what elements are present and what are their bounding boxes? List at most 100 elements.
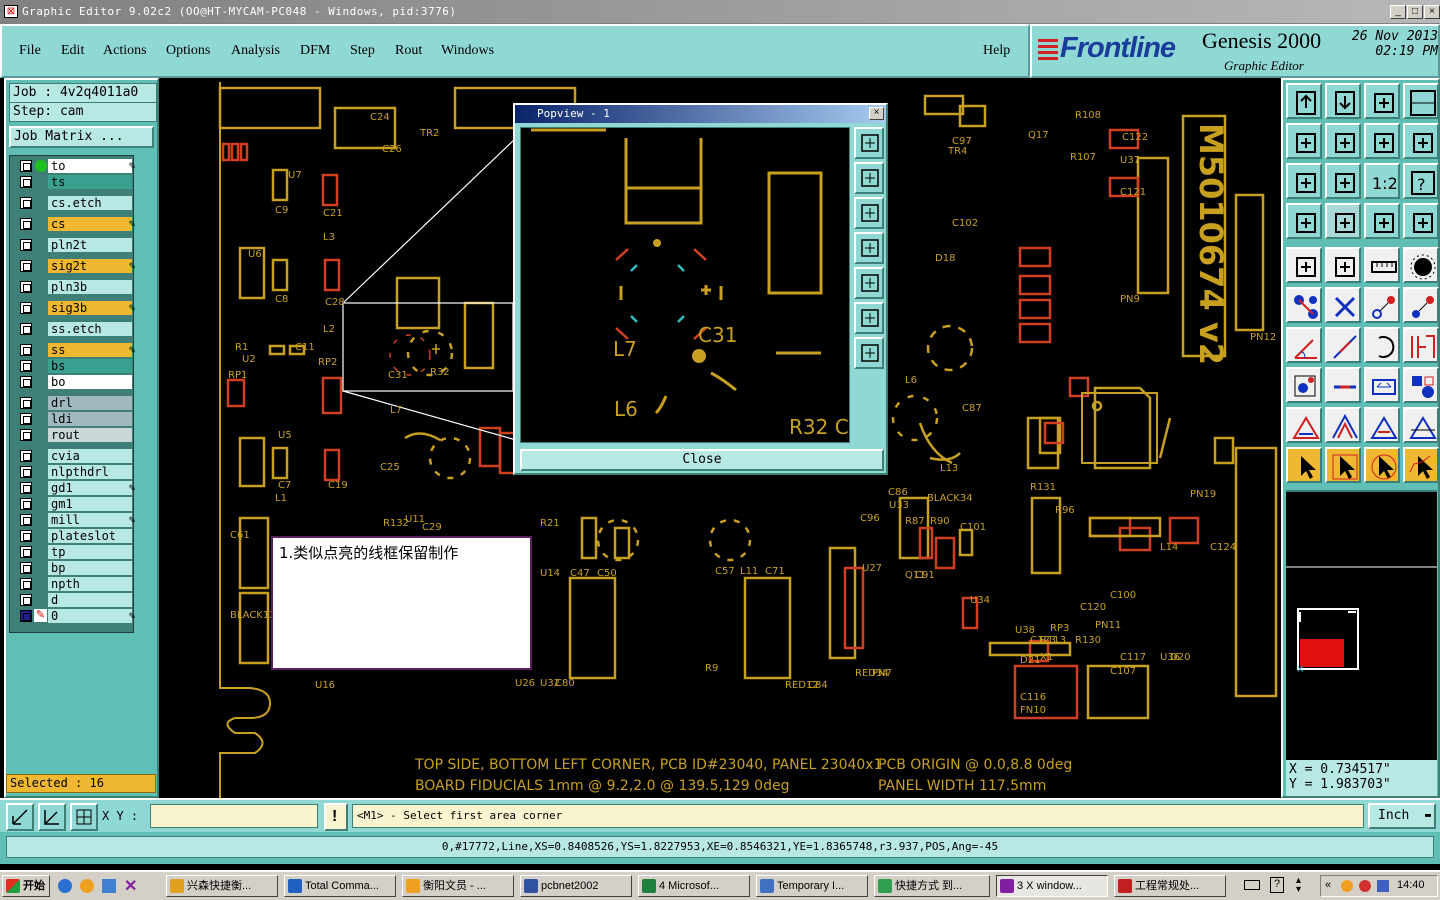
popview-canvas[interactable]: L7 C31 L6 R32 C	[520, 127, 850, 443]
minimap[interactable]: ×	[1286, 490, 1437, 760]
polygon-move-icon[interactable]	[1364, 407, 1400, 443]
layer-name[interactable]: to	[48, 159, 132, 173]
layer-row[interactable]: drl	[16, 396, 138, 411]
app-icon[interactable]: ⊠	[4, 5, 18, 18]
select-net-icon[interactable]	[1403, 447, 1439, 483]
layer-name[interactable]: gd1	[48, 481, 132, 495]
help-icon[interactable]: ?	[1270, 877, 1284, 893]
menu-actions[interactable]: Actions	[103, 43, 147, 59]
query-icon[interactable]: ?	[1403, 163, 1439, 199]
cross-icon[interactable]	[1325, 287, 1361, 323]
mirror-icon[interactable]	[1403, 327, 1439, 363]
tray-ime-icon[interactable]	[1377, 880, 1389, 892]
layer-row[interactable]: rout	[16, 428, 138, 443]
layer-checkbox[interactable]	[20, 360, 32, 372]
layer-row[interactable]: sig3b ✎	[16, 301, 138, 316]
select-poly-icon[interactable]	[1364, 447, 1400, 483]
layer-name[interactable]: cs.etch	[48, 196, 132, 210]
layer-row[interactable]: ✎ 0 ✎	[16, 609, 138, 624]
layer-checkbox[interactable]	[20, 413, 32, 425]
layer-checkbox[interactable]	[20, 450, 32, 462]
layer-name[interactable]: cvia	[48, 449, 132, 463]
layer-name[interactable]: ss.etch	[48, 322, 132, 336]
layer-row[interactable]: cvia	[16, 449, 138, 464]
grid-button[interactable]	[70, 803, 98, 831]
layer-name[interactable]: rout	[48, 428, 132, 442]
layer-checkbox[interactable]	[20, 594, 32, 606]
taskbar-task[interactable]: 工程常规处...	[1114, 875, 1226, 897]
menu-edit[interactable]: Edit	[61, 43, 84, 59]
zoom-page-icon[interactable]	[1325, 83, 1361, 119]
layer-name[interactable]: npth	[48, 577, 132, 591]
zoom-area-button[interactable]	[6, 803, 34, 831]
popview-close-icon[interactable]: ×	[869, 107, 884, 120]
layer-name[interactable]: bs	[48, 359, 132, 373]
layer-name[interactable]: ss	[48, 343, 132, 357]
info-button[interactable]: !	[324, 803, 348, 831]
layer-row[interactable]: bo	[16, 375, 138, 390]
popview-center-icon[interactable]	[854, 337, 884, 369]
layer-checkbox[interactable]	[20, 176, 32, 188]
layer-checkbox[interactable]	[20, 344, 32, 356]
popview-zoom-icon[interactable]	[854, 127, 884, 159]
tray-app-icon[interactable]	[1341, 880, 1353, 892]
layer-checkbox[interactable]	[20, 323, 32, 335]
layer-row[interactable]: gd1 ✎	[16, 481, 138, 496]
maximize-button[interactable]: □	[1407, 5, 1423, 19]
layer-checkbox[interactable]	[20, 197, 32, 209]
layer-name[interactable]: d	[48, 593, 132, 607]
keyboard-icon[interactable]	[1244, 880, 1260, 890]
layer-row[interactable]: pln3b	[16, 280, 138, 295]
resize-icon[interactable]	[1364, 367, 1400, 403]
job-matrix-button[interactable]: Job Matrix ...	[9, 126, 154, 148]
round-pad-icon[interactable]	[1403, 247, 1439, 283]
layer-name[interactable]: sig2t	[48, 259, 132, 273]
layer-row[interactable]: bs	[16, 359, 138, 374]
menu-dfm[interactable]: DFM	[300, 43, 330, 59]
layer-row[interactable]: cs.etch	[16, 196, 138, 211]
zoom-step-icon[interactable]	[1364, 83, 1400, 119]
minus-icon[interactable]	[1325, 367, 1361, 403]
taskbar-task[interactable]: Temporary I...	[756, 875, 868, 897]
xy-input[interactable]	[150, 804, 318, 828]
menu-windows[interactable]: Windows	[441, 43, 494, 59]
layer-checkbox[interactable]	[20, 498, 32, 510]
redraw-icon[interactable]	[1403, 123, 1439, 159]
minimize-button[interactable]: _	[1390, 5, 1406, 19]
pad-add-icon[interactable]	[1286, 367, 1322, 403]
layer-checkbox[interactable]	[20, 562, 32, 574]
popview-down-icon[interactable]	[854, 197, 884, 229]
taskbar-task[interactable]: pcbnet2002	[520, 875, 632, 897]
layer-row[interactable]: mill ✎	[16, 513, 138, 528]
layer-row[interactable]: ldi	[16, 412, 138, 427]
layer-checkbox[interactable]	[20, 429, 32, 441]
center-icon[interactable]	[1325, 163, 1361, 199]
arc-icon[interactable]	[1364, 327, 1400, 363]
taskbar-task[interactable]: 3 X window...	[996, 875, 1108, 897]
layer-name[interactable]: mill	[48, 513, 132, 527]
taskbar-task[interactable]: 兴森快捷衡...	[166, 875, 278, 897]
layer-name[interactable]: bp	[48, 561, 132, 575]
layer-row[interactable]: ss.etch	[16, 322, 138, 337]
layer-checkbox[interactable]	[20, 302, 32, 314]
polygon-edit-icon[interactable]	[1403, 407, 1439, 443]
angle-icon[interactable]	[1286, 327, 1322, 363]
layer-name[interactable]: sig3b	[48, 301, 132, 315]
menu-rout[interactable]: Rout	[395, 43, 422, 59]
popview-right-icon[interactable]	[854, 267, 884, 299]
layer-checkbox[interactable]	[20, 546, 32, 558]
layer-name[interactable]: ldi	[48, 412, 132, 426]
layer-name[interactable]: ts	[48, 175, 132, 189]
layer-checkbox[interactable]	[20, 376, 32, 388]
taskbar-task[interactable]: 衡阳文员 - ...	[402, 875, 514, 897]
layer-row[interactable]: tp	[16, 545, 138, 560]
layer-name[interactable]: 0	[48, 609, 132, 623]
menu-step[interactable]: Step	[350, 43, 375, 59]
measure-button[interactable]	[38, 803, 66, 831]
layer-row[interactable]: sig2t ✎	[16, 259, 138, 274]
layer-name[interactable]: drl	[48, 396, 132, 410]
layer-name[interactable]: pln2t	[48, 238, 132, 252]
select-box-icon[interactable]	[1325, 447, 1361, 483]
start-button[interactable]: 开始	[2, 875, 50, 897]
layer-name[interactable]: plateslot	[48, 529, 132, 543]
